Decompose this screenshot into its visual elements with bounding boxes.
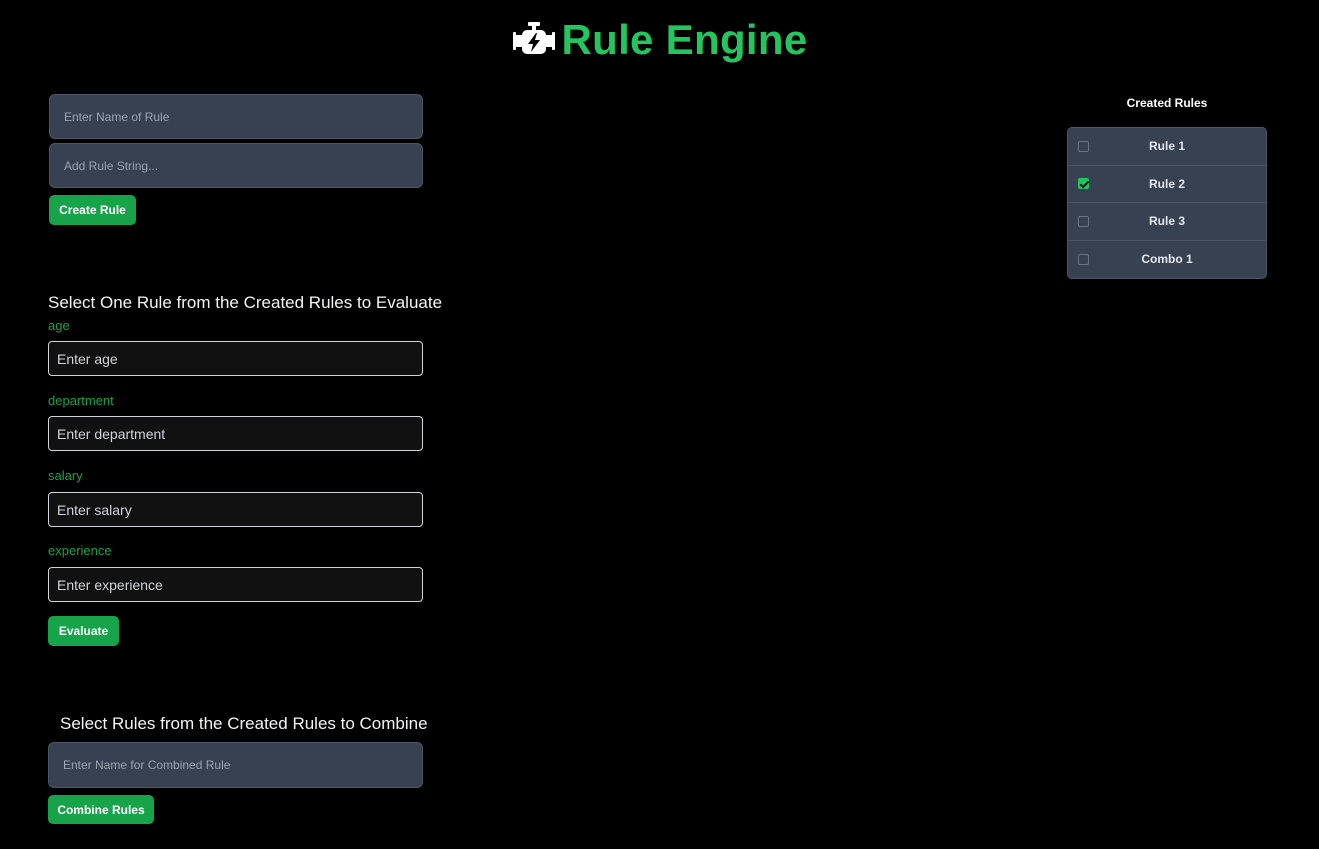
rule-checkbox[interactable] xyxy=(1078,178,1089,190)
rule-label: Rule 3 xyxy=(1148,214,1185,229)
created-rules-list: Rule 1 Rule 2 Rule 3 Combo 1 xyxy=(1067,127,1267,279)
combine-heading: Select Rules from the Created Rules to C… xyxy=(60,714,428,733)
engine-icon xyxy=(512,18,556,62)
create-rule-button[interactable]: Create Rule xyxy=(49,195,136,225)
rule-checkbox[interactable] xyxy=(1078,215,1089,227)
app-header: Rule Engine xyxy=(0,12,1319,68)
rule-item-rule-2[interactable]: Rule 2 xyxy=(1068,166,1266,203)
age-label: age xyxy=(48,318,70,333)
rule-string-input[interactable] xyxy=(49,143,423,188)
evaluate-button[interactable]: Evaluate xyxy=(48,616,119,646)
rule-item-rule-3[interactable]: Rule 3 xyxy=(1068,203,1266,241)
department-label: department xyxy=(48,393,114,408)
rule-item-rule-1[interactable]: Rule 1 xyxy=(1068,128,1266,166)
experience-label: experience xyxy=(48,543,112,558)
rule-item-combo-1[interactable]: Combo 1 xyxy=(1068,241,1266,279)
rule-name-input[interactable] xyxy=(49,94,423,139)
rule-label: Combo 1 xyxy=(1141,252,1193,267)
evaluate-heading: Select One Rule from the Created Rules t… xyxy=(48,293,443,312)
rule-label: Rule 2 xyxy=(1148,176,1185,191)
created-rules-title: Created Rules xyxy=(1126,96,1208,110)
salary-input[interactable] xyxy=(48,492,423,527)
combined-rule-name-input[interactable] xyxy=(48,742,423,788)
app-title: Rule Engine xyxy=(561,16,808,63)
rule-checkbox[interactable] xyxy=(1078,140,1089,152)
rule-label: Rule 1 xyxy=(1148,139,1185,154)
salary-label: salary xyxy=(48,468,83,483)
experience-input[interactable] xyxy=(48,567,423,602)
combine-rules-button[interactable]: Combine Rules xyxy=(48,795,154,824)
rule-checkbox[interactable] xyxy=(1078,253,1089,265)
department-input[interactable] xyxy=(48,416,423,451)
age-input[interactable] xyxy=(48,341,423,376)
